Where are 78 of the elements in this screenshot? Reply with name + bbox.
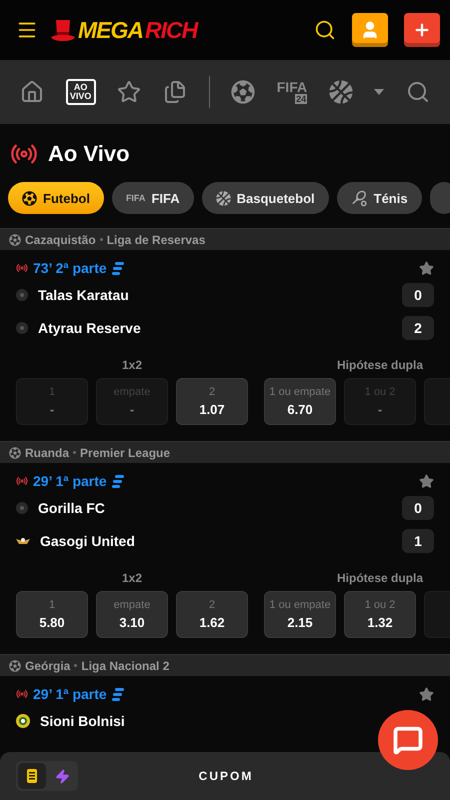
team-score: 1 [402,528,434,552]
soccer-button[interactable] [231,80,256,104]
live-button[interactable]: AO VIVO [66,79,96,105]
team-name: Talas Karatau [38,286,130,302]
favorite-icon[interactable] [419,260,434,276]
team-name: Gorilla FC [38,500,106,516]
odds-button[interactable]: 1 5.80 [16,591,88,638]
league-name: Liga de Reservas [106,232,206,246]
team-score: 2 [402,316,434,340]
league-header[interactable]: Geórgia Liga Nacional 2 [0,654,450,676]
league-name: Premier League [80,446,170,460]
brand-text: MEGA [78,16,143,44]
favorite-icon[interactable] [419,474,434,488]
live-icon [16,262,28,274]
sport-chip[interactable]: Futebol [8,182,104,214]
stats-icon[interactable] [112,474,124,488]
market-title: Hipótese dupla [336,358,423,372]
page-title: Ao Vivo [48,141,130,167]
match-time: 29’ 1ª parte [33,473,107,489]
stats-icon[interactable] [112,262,124,274]
league-name: Liga Nacional 2 [81,658,170,672]
documents-button[interactable] [162,80,187,104]
register-button[interactable] [404,13,440,47]
team-name: Sioni Bolnisi [40,712,126,728]
team-logo-icon [16,714,30,728]
soccer-icon [9,660,21,672]
sport-chip[interactable]: Basquetebol [202,182,329,214]
basketball-button[interactable] [328,80,353,104]
plus-icon [413,21,431,39]
search-button[interactable] [314,19,336,41]
home-button[interactable] [20,80,44,104]
live-icon [16,688,28,700]
basketball-icon [216,190,231,206]
favorite-icon[interactable] [419,686,434,702]
lightning-icon [54,768,70,784]
bet-slip-button[interactable] [18,763,46,789]
fifa-button[interactable]: FIFA 24 [276,80,308,104]
chat-icon [393,725,423,755]
odds-button[interactable]: 1 ou empate 2.15 [264,591,336,638]
team-logo-icon [16,322,28,334]
account-button[interactable] [352,13,388,47]
odds-button[interactable]: 1 ou 2 1.32 [344,591,416,638]
brand-text: RICH [145,16,198,44]
team-score: 0 [402,496,434,520]
odds-button[interactable]: empate 3.10 [96,591,168,638]
odds-button[interactable]: 2 1.07 [176,378,248,425]
stats-icon[interactable] [112,688,124,700]
team-name: Gasogi United [40,532,136,548]
odds-button[interactable]: 1 ou empate 6.70 [264,378,336,425]
live-icon [16,475,28,487]
market-title: Hipótese dupla [336,571,423,585]
soccer-icon [22,190,37,206]
sport-chip[interactable]: Ténis [336,182,422,214]
team-logo-icon [16,536,30,546]
team-name: Atyrau Reserve [38,320,142,336]
odds-button[interactable]: 2 1.62 [176,591,248,638]
fifa-label: FIFA [126,193,146,203]
match-time: 29’ 1ª parte [33,686,107,702]
sport-chip[interactable]: FIFA FIFA [112,182,194,214]
soccer-icon [9,446,21,458]
market-title: 1x2 [122,358,142,372]
team-logo-icon [16,288,28,300]
team-logo-icon [16,502,28,514]
hat-icon [50,18,76,42]
coupon-label: CUPOM [198,769,254,783]
team-score: 0 [402,282,434,306]
country-name: Geórgia [25,658,70,672]
league-header[interactable]: Ruanda Premier League [0,441,450,463]
slip-icon [27,769,37,783]
tennis-icon [350,190,368,206]
country-name: Ruanda [25,446,70,460]
favorites-button[interactable] [117,80,142,104]
caret-icon[interactable] [374,89,384,95]
country-name: Cazaquistão [25,232,96,246]
league-header[interactable]: Cazaquistão Liga de Reservas [0,228,450,250]
soccer-icon [9,234,21,246]
match-time: 73’ 2ª parte [33,260,107,276]
market-title: 1x2 [122,571,142,585]
